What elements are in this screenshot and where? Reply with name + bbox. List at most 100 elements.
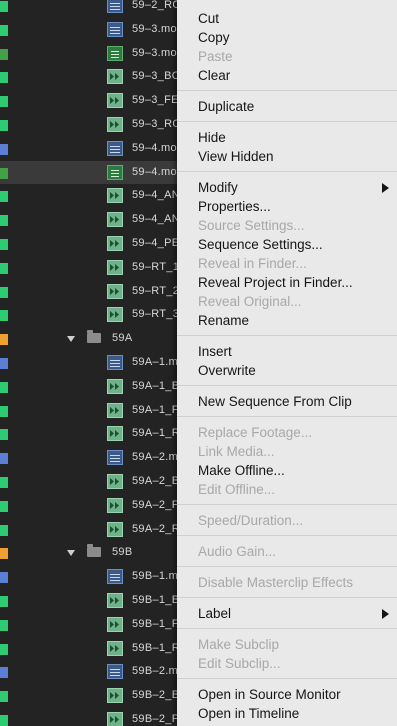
menu-item-label: Reveal Original... <box>198 294 302 309</box>
item-name: 59–4_AN <box>132 189 180 202</box>
item-name: 59–RT_1 <box>132 260 180 273</box>
menu-item-audio-gain: Audio Gain... <box>177 542 397 561</box>
item-name: 59–3.mov <box>132 22 183 35</box>
menu-separator <box>177 90 397 91</box>
menu-item-label: Rename <box>198 313 250 328</box>
item-name: 59–3_RO <box>132 118 182 130</box>
menu-item-link-media: Link Media... <box>177 442 397 461</box>
menu-separator <box>177 416 397 417</box>
menu-item-label: Clear <box>198 68 231 83</box>
item-name: 59–4_PE <box>132 237 180 249</box>
menu-item-reveal-project-in-finder[interactable]: Reveal Project in Finder... <box>177 273 397 292</box>
bin-name: 59A <box>112 332 133 345</box>
menu-item-cut[interactable]: Cut <box>177 9 397 28</box>
menu-item-make-offline[interactable]: Make Offline... <box>177 461 397 480</box>
menu-separator <box>177 385 397 386</box>
label-color-swatch <box>0 477 8 488</box>
menu-item-source-settings: Source Settings... <box>177 216 397 235</box>
menu-item-overwrite[interactable]: Overwrite <box>177 361 397 380</box>
disclosure-triangle-icon[interactable] <box>67 550 75 557</box>
sequence-icon <box>107 593 123 608</box>
label-color-swatch <box>0 215 8 227</box>
label-color-swatch <box>0 524 8 536</box>
menu-item-label: View Hidden <box>198 149 274 164</box>
item-name: 59A–1_F <box>132 403 179 416</box>
clip-icon <box>107 450 123 466</box>
sequence-icon <box>107 521 123 537</box>
menu-item-hide[interactable]: Hide <box>177 128 397 147</box>
item-name: 59B–2_F <box>132 713 179 725</box>
menu-item-label: Hide <box>198 130 226 145</box>
item-name: 59A–2_B <box>132 475 180 487</box>
menu-item-label: Overwrite <box>198 363 256 378</box>
sequence-icon <box>107 69 123 85</box>
context-menu: Cut Copy Paste Clear Duplicate Hide View Hidde… <box>177 0 397 726</box>
menu-separator <box>177 121 397 122</box>
label-color-swatch <box>0 572 8 584</box>
sequence-icon <box>107 474 123 489</box>
item-name: 59B–1_F <box>132 617 179 630</box>
menu-item-replace-footage: Replace Footage... <box>177 423 397 442</box>
menu-item-view-hidden[interactable]: View Hidden <box>177 147 397 166</box>
clip-icon <box>107 355 123 370</box>
menu-item-duplicate[interactable]: Duplicate <box>177 97 397 116</box>
menu-item-label: Open in Source Monitor <box>198 687 341 702</box>
menu-item-speed-duration: Speed/Duration... <box>177 511 397 530</box>
label-color-swatch <box>0 596 8 607</box>
menu-item-label: Properties... <box>198 199 271 214</box>
menu-separator <box>177 597 397 598</box>
disclosure-triangle-icon[interactable] <box>67 336 75 343</box>
menu-item-insert[interactable]: Insert <box>177 342 397 361</box>
sequence-icon <box>107 259 123 275</box>
label-color-swatch <box>0 96 8 108</box>
menu-item-label: Speed/Duration... <box>198 513 304 528</box>
item-name: 59–4.mov <box>132 165 183 178</box>
menu-item-label: Label <box>198 606 232 621</box>
label-color-swatch <box>0 619 8 631</box>
folder-icon <box>87 330 101 344</box>
menu-item-label: Cut <box>198 11 220 26</box>
menu-item-modify[interactable]: Modify <box>177 178 397 197</box>
menu-item-label: Paste <box>198 49 233 64</box>
menu-item-open-in-timeline[interactable]: Open in Timeline <box>177 704 397 723</box>
menu-item-copy[interactable]: Copy <box>177 28 397 47</box>
menu-item-open-in-source-monitor[interactable]: Open in Source Monitor <box>177 685 397 704</box>
item-name: 59–3_BO <box>132 70 181 83</box>
item-name: 59–3.mov <box>132 46 183 59</box>
item-name: 59B–2_B <box>132 689 180 702</box>
label-color-swatch <box>0 715 8 726</box>
label-color-swatch <box>0 72 8 84</box>
menu-item-label: Duplicate <box>198 99 255 114</box>
clip-icon <box>107 664 123 680</box>
menu-item-label: Replace Footage... <box>198 425 313 440</box>
label-color-swatch <box>0 667 8 679</box>
menu-item-label[interactable]: Label <box>177 604 397 623</box>
clip-icon <box>107 569 123 585</box>
menu-item-label: Source Settings... <box>198 218 305 233</box>
menu-item-edit-offline: Edit Offline... <box>177 480 397 499</box>
menu-item-rename[interactable]: Rename <box>177 311 397 330</box>
label-color-swatch <box>0 262 8 274</box>
sequence-icon <box>107 236 123 251</box>
menu-item-properties[interactable]: Properties... <box>177 197 397 216</box>
menu-item-new-sequence-from-clip[interactable]: New Sequence From Clip <box>177 392 397 411</box>
menu-item-disable-masterclip-effects: Disable Masterclip Effects <box>177 573 397 592</box>
label-color-swatch <box>0 48 8 60</box>
submenu-arrow-icon <box>382 183 389 193</box>
menu-item-label: New Sequence From Clip <box>198 394 352 409</box>
item-name: 59A–2_R <box>132 522 180 535</box>
menu-item-label: Insert <box>198 344 232 359</box>
menu-item-clear[interactable]: Clear <box>177 66 397 85</box>
sequence-icon <box>107 212 123 228</box>
item-name: 59–RT_3 <box>132 308 180 321</box>
menu-separator <box>177 535 397 536</box>
label-color-swatch <box>0 310 8 322</box>
label-color-swatch <box>0 167 8 179</box>
menu-item-sequence-settings[interactable]: Sequence Settings... <box>177 235 397 254</box>
menu-item-label: Reveal Project in Finder... <box>198 275 353 290</box>
sequence-icon <box>107 188 123 204</box>
sequence-icon <box>107 497 123 513</box>
label-color-swatch <box>0 191 8 203</box>
item-name: 59A–1_R <box>132 427 180 440</box>
item-name: 59A–2_F <box>132 498 179 511</box>
